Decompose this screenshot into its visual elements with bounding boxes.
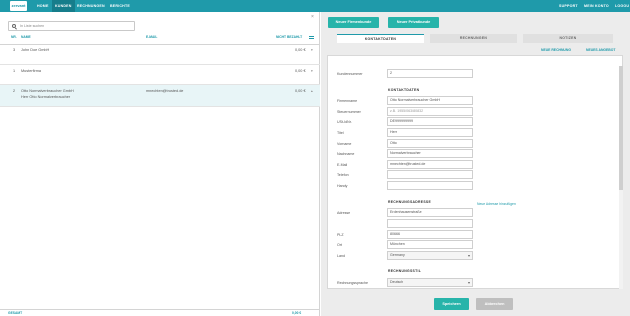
- tax-number-field[interactable]: z.B. 1955/063/80832: [387, 107, 473, 116]
- firm-label: Firmenname: [337, 99, 358, 103]
- search-input[interactable]: In Liste suchen: [8, 21, 135, 31]
- zervant-logo[interactable]: zervant: [10, 1, 27, 11]
- row-contact-name: Herr Otto Normalverbraucher: [21, 95, 71, 99]
- footer-total-amount: 0,00 €: [292, 311, 302, 315]
- scrollbar-thumb[interactable]: [619, 66, 623, 190]
- zip-field[interactable]: 80666: [387, 230, 473, 239]
- footer-total-label: GESAMT: [8, 311, 23, 315]
- column-header-balance[interactable]: NICHT BEZAHLT: [276, 33, 302, 41]
- country-label: Land: [337, 254, 345, 258]
- cancel-button[interactable]: Abbrechen: [476, 298, 513, 310]
- nav-home[interactable]: HOME: [37, 0, 49, 12]
- phone-field[interactable]: [387, 170, 473, 179]
- new-company-customer-button[interactable]: Neuer Firmenkunde: [328, 17, 379, 28]
- nav-logout[interactable]: LOGOU: [615, 0, 629, 12]
- vat-label: USt-IdNr.: [337, 120, 352, 124]
- tab-notizen[interactable]: NOTIZEN: [523, 34, 613, 43]
- title-field[interactable]: Herr: [387, 128, 473, 137]
- city-field[interactable]: München: [387, 240, 473, 249]
- row-amount: 0,00 €: [295, 69, 306, 73]
- add-address-link[interactable]: Neue Adresse hinzufügen: [477, 202, 516, 206]
- new-invoice-link[interactable]: NEUE RECHNUNG: [541, 48, 571, 52]
- row-nr: 1: [13, 69, 16, 73]
- list-footer: GESAMT 0,00 €: [0, 309, 320, 316]
- table-row-selected[interactable]: 2 Otto Normalverbraucher GmbH Herr Otto …: [0, 85, 320, 107]
- firstname-label: Vorname: [337, 142, 352, 146]
- city-label: Ort: [337, 243, 342, 247]
- chevron-down-icon: [468, 281, 470, 284]
- chevron-down-icon[interactable]: ▾: [311, 69, 313, 73]
- list-menu-icon[interactable]: [309, 36, 314, 39]
- country-select[interactable]: Germany: [387, 251, 473, 260]
- save-button[interactable]: Speichern: [434, 298, 469, 310]
- address-label: Adresse: [337, 211, 351, 215]
- chevron-up-icon[interactable]: ▴: [311, 89, 313, 93]
- column-header-nr[interactable]: NR.: [11, 33, 17, 41]
- address-field[interactable]: Erdenhausenstraße: [387, 208, 473, 217]
- mobile-label: Handy: [337, 184, 348, 188]
- column-header-name[interactable]: NAME: [21, 33, 31, 41]
- row-amount: 0,00 €: [295, 48, 306, 52]
- lastname-field[interactable]: Normalverbraucher: [387, 149, 473, 158]
- row-nr: 3: [13, 48, 16, 52]
- address-line2-field[interactable]: [387, 219, 473, 228]
- nav-rechnungen[interactable]: RECHNUNGEN: [77, 0, 105, 12]
- nav-kunden[interactable]: KUNDEN: [52, 0, 75, 12]
- invoice-language-label: Rechnungssprache: [337, 281, 368, 285]
- table-row[interactable]: 1 Musterfirma 0,00 € ▾: [0, 65, 320, 85]
- lastname-label: Nachname: [337, 152, 355, 156]
- zip-label: PLZ: [337, 233, 344, 237]
- title-label: Titel: [337, 131, 344, 135]
- tab-rechnungen[interactable]: RECHNUNGEN: [430, 34, 517, 43]
- row-email: mnechten@trusted.de: [146, 89, 184, 93]
- row-name: Otto Normalverbraucher GmbH: [21, 89, 74, 93]
- close-icon[interactable]: ×: [311, 14, 314, 20]
- section-contact-heading: KONTAKTDATEN: [388, 88, 420, 92]
- vat-id-field[interactable]: DE999999999: [387, 117, 473, 126]
- chevron-down-icon: [468, 254, 470, 257]
- firm-name-field[interactable]: Otto Normalverbraucher GmbH: [387, 96, 473, 105]
- customer-number-label: Kundennummer: [337, 72, 363, 76]
- new-quote-link[interactable]: NEUES ANGEBOT: [586, 48, 615, 52]
- customer-number-field[interactable]: 2: [387, 69, 473, 78]
- phone-label: Telefon: [337, 173, 349, 177]
- country-value: Germany: [390, 253, 405, 257]
- table-row[interactable]: 3 John Doe GmbH 0,00 € ▾: [0, 45, 320, 65]
- nav-mein-konto[interactable]: MEIN KONTO: [584, 0, 609, 12]
- new-private-customer-button[interactable]: Neuer Privatkunde: [388, 17, 439, 28]
- nav-berichte[interactable]: BERICHTE: [110, 0, 130, 12]
- tab-kontaktdaten[interactable]: KONTAKTDATEN: [337, 34, 424, 43]
- row-nr: 2: [13, 89, 16, 93]
- section-address-heading: RECHNUNGSADRESSE: [388, 200, 432, 204]
- search-icon: [12, 24, 16, 28]
- nav-support[interactable]: SUPPORT: [559, 0, 578, 12]
- row-amount: 0,00 €: [295, 89, 306, 93]
- mobile-field[interactable]: [387, 181, 473, 190]
- column-header-email[interactable]: E-MAIL: [146, 33, 157, 41]
- email-label: E-Mail: [337, 163, 348, 167]
- invoice-language-value: Deutsch: [390, 280, 404, 284]
- tax-label: Steuernummer: [337, 110, 361, 114]
- invoice-language-select[interactable]: Deutsch: [387, 278, 473, 287]
- row-name: Musterfirma: [21, 69, 42, 73]
- form-scrollbar[interactable]: [619, 66, 623, 289]
- section-invoice-heading: RECHNUNGSSTIL: [388, 269, 422, 273]
- chevron-down-icon[interactable]: ▾: [311, 48, 313, 52]
- contact-form: [327, 55, 623, 289]
- email-field[interactable]: mnechten@trusted.de: [387, 160, 473, 169]
- firstname-field[interactable]: Otto: [387, 139, 473, 148]
- row-name: John Doe GmbH: [21, 48, 50, 52]
